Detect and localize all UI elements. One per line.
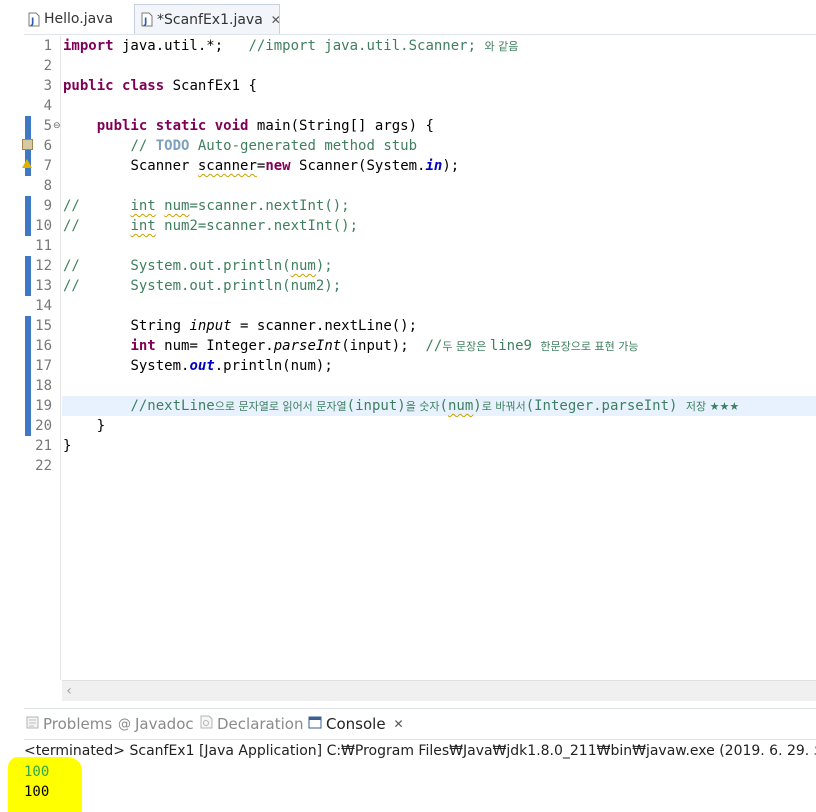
console-input-echo: 100 [24,764,50,780]
editor-tab-bar: J Hello.java J *ScanfEx1.java ✕ [0,0,816,35]
code-line-21: } [63,438,72,454]
code-line-5: public static void main(String[] args) { [96,118,434,134]
code-line-6: // TODO Auto-generated method stub [130,138,418,154]
line-number: 12 [35,258,52,274]
code-editor[interactable]: import java.util.*; //import java.util.S… [62,36,816,680]
console-icon [308,716,322,733]
panel-tab-bar: Problems @ Javadoc Declaration Console ✕ [24,708,816,740]
line-number: 11 [35,238,52,254]
horizontal-scrollbar[interactable]: ‹ [62,680,816,701]
java-file-icon: J [141,12,153,27]
line-number: 5 [43,118,52,134]
line-number: 14 [35,298,52,314]
code-line-7: Scanner scanner=new Scanner(System.in); [130,158,460,174]
line-number: 2 [43,58,52,74]
tab-hello-java[interactable]: J Hello.java [22,4,132,34]
line-number: 3 [43,78,52,94]
tab-scanfex1-java[interactable]: J *ScanfEx1.java ✕ [134,4,281,34]
tab-label: *ScanfEx1.java [157,11,263,28]
gutter-divider [60,36,61,680]
scroll-left-arrow-icon[interactable]: ‹ [62,681,76,701]
problems-icon [26,716,39,733]
tab-label: Console [326,715,386,733]
code-line-1: import java.util.*; //import java.util.S… [63,38,519,54]
line-number: 7 [43,158,52,174]
left-margin [0,34,24,704]
code-line-10: // int num2=scanner.nextInt(); [63,218,359,234]
line-number: 13 [35,278,52,294]
line-number: 10 [35,218,52,234]
code-line-17: System.out.println(num); [130,358,333,374]
svg-text:J: J [143,17,147,27]
tab-label: Problems [43,715,113,733]
tab-console[interactable]: Console ✕ [308,709,404,739]
close-icon[interactable]: ✕ [394,717,404,731]
code-line-9: // int num=scanner.nextInt(); [63,198,350,214]
console-output: 100 [24,784,50,800]
line-number: 22 [35,458,52,474]
declaration-icon [200,715,213,733]
code-line-19: //nextLine으로 문자열로 읽어서 문자열(input)을 숫자(num… [130,398,740,414]
code-line-3: public class ScanfEx1 { [63,78,257,94]
tab-label: Javadoc [135,715,194,733]
line-number: 1 [43,38,52,54]
line-number: 18 [35,378,52,394]
line-number: 21 [35,438,52,454]
code-line-16: int num= Integer.parseInt(input); //두 문장… [130,338,639,354]
tab-declaration[interactable]: Declaration [200,709,303,739]
code-line-15: String input = scanner.nextLine(); [130,318,418,334]
line-number: 17 [35,358,52,374]
line-number: 4 [43,98,52,114]
line-number: 20 [35,418,52,434]
code-line-13: // System.out.println(num2); [63,278,342,294]
line-number: 19 [35,398,52,414]
code-line-20: } [96,418,106,434]
line-number: 6 [43,138,52,154]
tab-problems[interactable]: Problems [26,709,112,739]
line-number: 9 [43,198,52,214]
line-number: 8 [43,178,52,194]
svg-text:J: J [30,17,34,27]
line-number: 16 [35,338,52,354]
javadoc-icon: @ [118,716,131,732]
close-icon[interactable]: ✕ [271,13,281,27]
console-status: <terminated> ScanfEx1 [Java Application]… [24,743,816,759]
java-file-icon: J [28,12,40,27]
tab-label: Hello.java [44,11,114,27]
line-number: 15 [35,318,52,334]
tab-javadoc[interactable]: @ Javadoc [118,709,194,739]
code-line-12: // System.out.println(num); [63,258,333,274]
tab-label: Declaration [217,715,304,733]
